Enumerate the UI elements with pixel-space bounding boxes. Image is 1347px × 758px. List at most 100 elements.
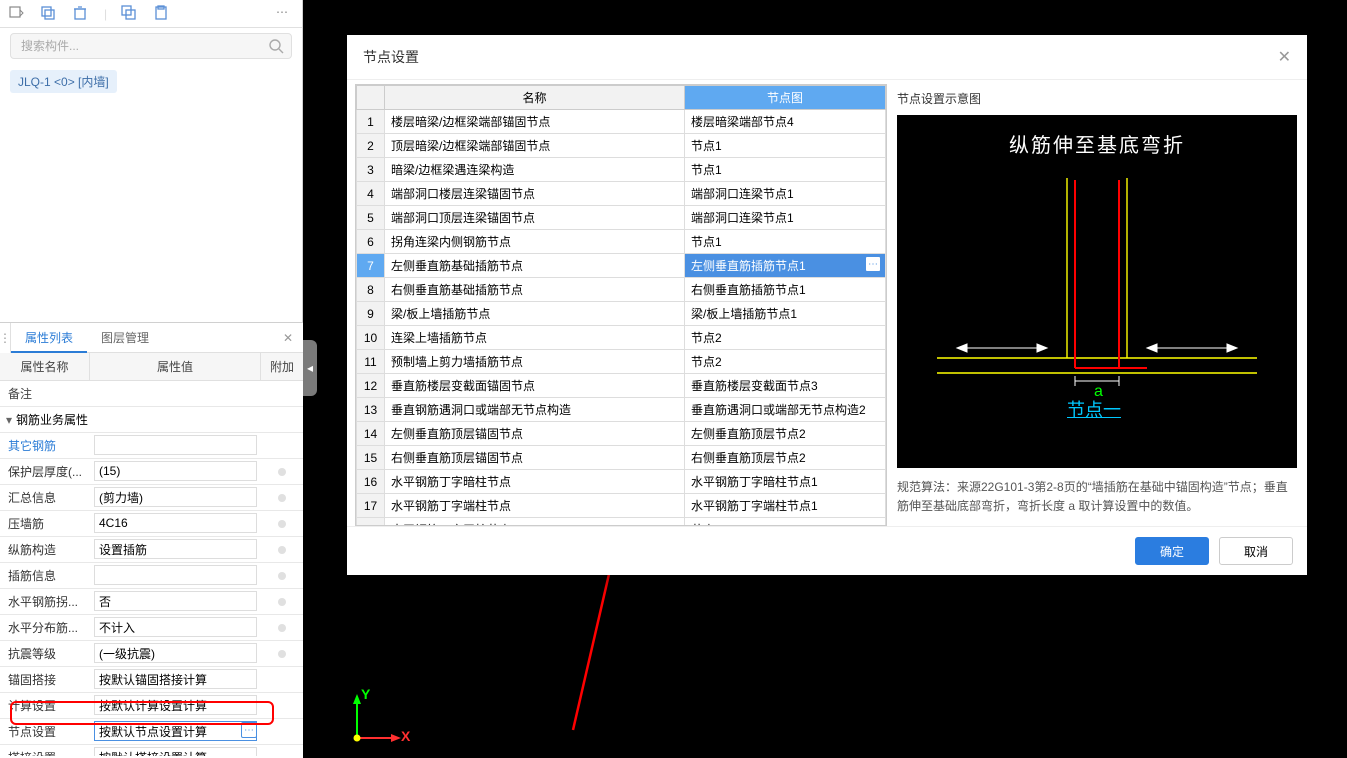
row-value[interactable]: 端部洞口连梁节点1: [685, 206, 886, 230]
search-input[interactable]: [10, 33, 292, 59]
row-value[interactable]: 节点1: [685, 230, 886, 254]
panel-drag-handle[interactable]: ⋮: [0, 323, 11, 353]
property-input[interactable]: [94, 721, 257, 741]
dialog-close-icon[interactable]: ✕: [1278, 47, 1291, 67]
property-value[interactable]: [90, 589, 261, 614]
table-row[interactable]: 15右侧垂直筋顶层锚固节点右侧垂直筋顶层节点2: [357, 446, 886, 470]
dot-icon: [278, 598, 286, 606]
search-icon[interactable]: [268, 38, 284, 57]
panel-toggle[interactable]: ◂: [303, 340, 317, 396]
cell-more-button[interactable]: ⋯: [865, 256, 881, 272]
copy-icon[interactable]: [40, 5, 58, 23]
group-rebar[interactable]: ▾钢筋业务属性: [0, 407, 303, 433]
col-name[interactable]: 名称: [385, 86, 685, 110]
row-value[interactable]: 节点2: [685, 326, 886, 350]
table-row[interactable]: 8右侧垂直筋基础插筋节点右侧垂直筋插筋节点1: [357, 278, 886, 302]
table-row[interactable]: 2顶层暗梁/边框梁端部锚固节点节点1: [357, 134, 886, 158]
row-value[interactable]: 水平钢筋丁字暗柱节点1: [685, 470, 886, 494]
property-extra: [261, 667, 303, 692]
property-input[interactable]: [94, 539, 257, 559]
property-input[interactable]: [94, 435, 257, 455]
table-row[interactable]: 1楼层暗梁/边框梁端部锚固节点楼层暗梁端部节点4: [357, 110, 886, 134]
property-input[interactable]: [94, 695, 257, 715]
property-input[interactable]: [94, 565, 257, 585]
row-name: 端部洞口顶层连梁锚固节点: [385, 206, 685, 230]
property-value[interactable]: [90, 563, 261, 588]
layer-copy-icon[interactable]: [121, 5, 139, 23]
row-value[interactable]: 节点1: [685, 134, 886, 158]
table-row[interactable]: 10连梁上墙插筋节点节点2: [357, 326, 886, 350]
row-number: 12: [357, 374, 385, 398]
row-value[interactable]: 节点1: [685, 518, 886, 527]
row-value[interactable]: 梁/板上墙插筋节点1: [685, 302, 886, 326]
row-number: 6: [357, 230, 385, 254]
property-input[interactable]: [94, 669, 257, 689]
table-row[interactable]: 13垂直钢筋遇洞口或端部无节点构造垂直筋遇洞口或端部无节点构造2: [357, 398, 886, 422]
cancel-button[interactable]: 取消: [1219, 537, 1293, 565]
node-settings-dialog: 节点设置 ✕ 名称 节点图 1楼层暗梁/边框梁端部锚固节点楼层暗梁端部节点42顶…: [347, 35, 1307, 575]
property-name: 压墙筋: [0, 511, 90, 536]
table-row[interactable]: 6拐角连梁内侧钢筋节点节点1: [357, 230, 886, 254]
table-row[interactable]: 17水平钢筋丁字端柱节点水平钢筋丁字端柱节点1: [357, 494, 886, 518]
col-node[interactable]: 节点图: [685, 86, 886, 110]
property-value[interactable]: [90, 485, 261, 510]
row-number: 2: [357, 134, 385, 158]
property-row: 汇总信息: [0, 485, 303, 511]
property-input[interactable]: [94, 591, 257, 611]
tab-properties[interactable]: 属性列表: [11, 323, 87, 353]
property-row: 水平分布筋...: [0, 615, 303, 641]
component-tag[interactable]: JLQ-1 <0> [内墙]: [10, 70, 117, 93]
property-value[interactable]: [90, 537, 261, 562]
row-value[interactable]: 右侧垂直筋插筋节点1: [685, 278, 886, 302]
property-row: 纵筋构造: [0, 537, 303, 563]
table-row[interactable]: 18水平钢筋丁字无柱节点节点1: [357, 518, 886, 527]
table-row[interactable]: 4端部洞口楼层连梁锚固节点端部洞口连梁节点1: [357, 182, 886, 206]
property-input[interactable]: [94, 617, 257, 637]
row-value[interactable]: 水平钢筋丁字端柱节点1: [685, 494, 886, 518]
property-input[interactable]: [94, 747, 257, 756]
property-value[interactable]: [90, 459, 261, 484]
property-value[interactable]: [90, 745, 261, 756]
property-value[interactable]: [90, 693, 261, 718]
ok-button[interactable]: 确定: [1135, 537, 1209, 565]
dot-icon: [278, 468, 286, 476]
table-row[interactable]: 9梁/板上墙插筋节点梁/板上墙插筋节点1: [357, 302, 886, 326]
property-value[interactable]: [90, 667, 261, 692]
row-name: 梁/板上墙插筋节点: [385, 302, 685, 326]
row-value[interactable]: 垂直筋楼层变截面节点3: [685, 374, 886, 398]
table-row[interactable]: 7左侧垂直筋基础插筋节点左侧垂直筋插筋节点1⋯: [357, 254, 886, 278]
row-number: 17: [357, 494, 385, 518]
table-row[interactable]: 16水平钢筋丁字暗柱节点水平钢筋丁字暗柱节点1: [357, 470, 886, 494]
property-input[interactable]: [94, 487, 257, 507]
table-row[interactable]: 5端部洞口顶层连梁锚固节点端部洞口连梁节点1: [357, 206, 886, 230]
property-value[interactable]: ⋯: [90, 719, 261, 744]
row-value[interactable]: 端部洞口连梁节点1: [685, 182, 886, 206]
row-value[interactable]: 节点2: [685, 350, 886, 374]
table-row[interactable]: 14左侧垂直筋顶层锚固节点左侧垂直筋顶层节点2: [357, 422, 886, 446]
property-row: 计算设置: [0, 693, 303, 719]
square-icon[interactable]: [8, 5, 26, 23]
property-value[interactable]: [90, 641, 261, 666]
row-value[interactable]: 右侧垂直筋顶层节点2: [685, 446, 886, 470]
row-value[interactable]: 节点1: [685, 158, 886, 182]
more-button[interactable]: ⋯: [241, 722, 257, 738]
more-icon[interactable]: ⋯: [276, 5, 294, 23]
property-name[interactable]: 其它钢筋: [0, 433, 90, 458]
table-row[interactable]: 12垂直筋楼层变截面锚固节点垂直筋楼层变截面节点3: [357, 374, 886, 398]
property-value[interactable]: [90, 615, 261, 640]
table-row[interactable]: 3暗梁/边框梁遇连梁构造节点1: [357, 158, 886, 182]
property-input[interactable]: [94, 513, 257, 533]
panel-close-icon[interactable]: ✕: [273, 331, 303, 345]
delete-icon[interactable]: [72, 5, 90, 23]
property-input[interactable]: [94, 643, 257, 663]
row-value[interactable]: 左侧垂直筋插筋节点1⋯: [685, 254, 886, 278]
table-row[interactable]: 11预制墙上剪力墙插筋节点节点2: [357, 350, 886, 374]
row-value[interactable]: 楼层暗梁端部节点4: [685, 110, 886, 134]
property-input[interactable]: [94, 461, 257, 481]
row-value[interactable]: 左侧垂直筋顶层节点2: [685, 422, 886, 446]
property-value[interactable]: [90, 433, 261, 458]
paste-icon[interactable]: [153, 5, 171, 23]
property-value[interactable]: [90, 511, 261, 536]
row-value[interactable]: 垂直筋遇洞口或端部无节点构造2: [685, 398, 886, 422]
tab-layers[interactable]: 图层管理: [87, 323, 163, 353]
